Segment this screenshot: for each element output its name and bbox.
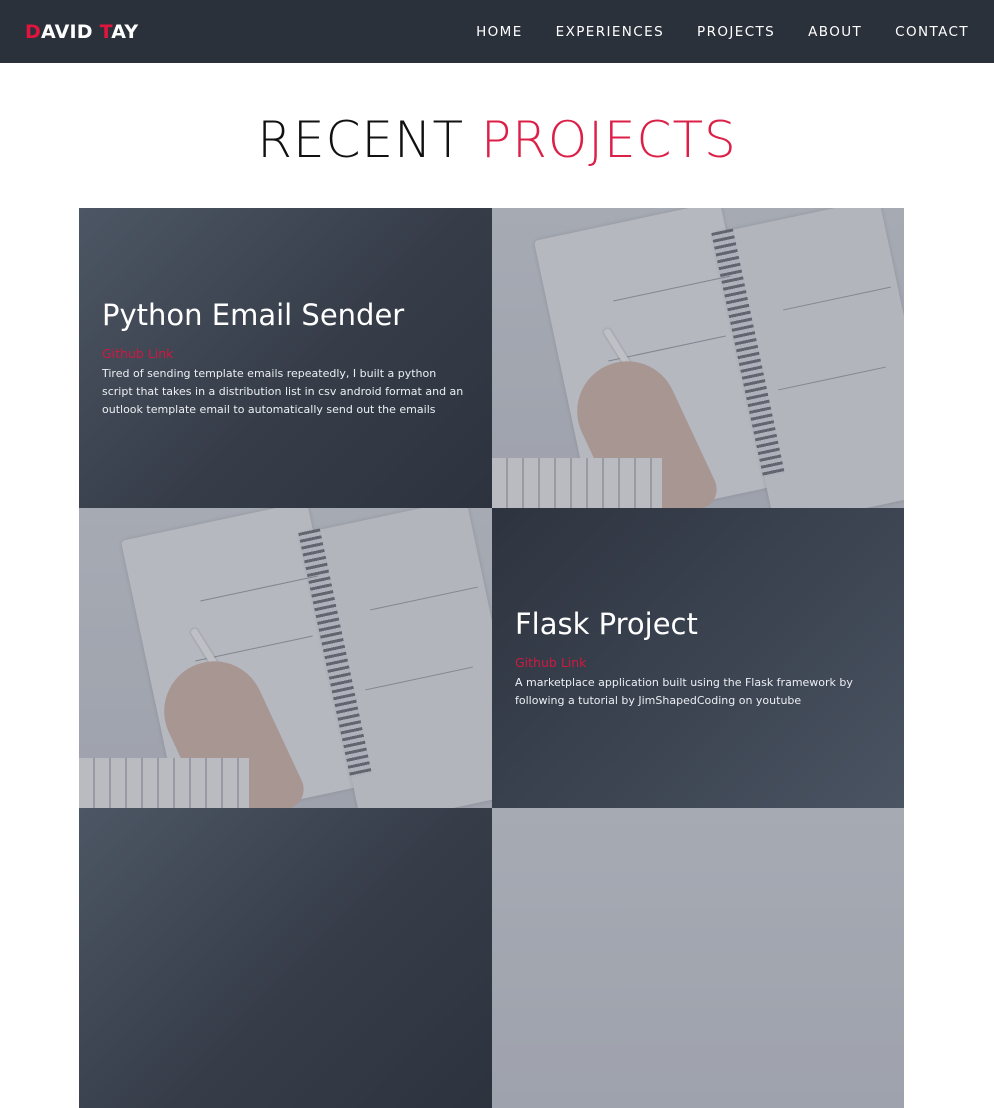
nav-experiences[interactable]: EXPERIENCES — [556, 24, 664, 40]
projects-grid: Python Email Sender Github Link Tired of… — [79, 208, 904, 1108]
project-github-link[interactable]: Github Link — [515, 655, 881, 670]
project-description: Tired of sending template emails repeate… — [102, 366, 464, 416]
project-card-python-email: Python Email Sender Github Link Tired of… — [79, 208, 492, 508]
nav-contact[interactable]: CONTACT — [895, 24, 969, 40]
project-card-partial — [79, 808, 492, 1108]
nav-about[interactable]: ABOUT — [808, 24, 862, 40]
project-image-notebook — [492, 808, 904, 1108]
navbar: DAVID TAY HOME EXPERIENCES PROJECTS ABOU… — [0, 0, 994, 63]
section-title-accent: PROJECTS — [480, 111, 737, 169]
project-image-notebook — [492, 208, 904, 508]
project-title: Flask Project — [515, 606, 698, 641]
project-image-notebook — [79, 508, 492, 808]
section-title: RECENT PROJECTS — [0, 111, 994, 208]
main-nav: HOME EXPERIENCES PROJECTS ABOUT CONTACT — [443, 24, 969, 40]
section-title-plain: RECENT — [257, 111, 481, 169]
brand-last-rest: AY — [111, 20, 139, 43]
project-title: Python Email Sender — [102, 297, 405, 332]
project-card-flask: Flask Project Github Link A marketplace … — [492, 508, 904, 808]
project-github-link[interactable]: Github Link — [102, 346, 469, 361]
brand-first-rest: AVID — [40, 20, 100, 43]
nav-projects[interactable]: PROJECTS — [697, 24, 775, 40]
nav-home[interactable]: HOME — [476, 24, 523, 40]
project-description: A marketplace application built using th… — [515, 675, 853, 707]
brand-logo[interactable]: DAVID TAY — [25, 21, 138, 43]
brand-first-initial: D — [25, 20, 41, 43]
brand-last-initial: T — [99, 20, 112, 43]
